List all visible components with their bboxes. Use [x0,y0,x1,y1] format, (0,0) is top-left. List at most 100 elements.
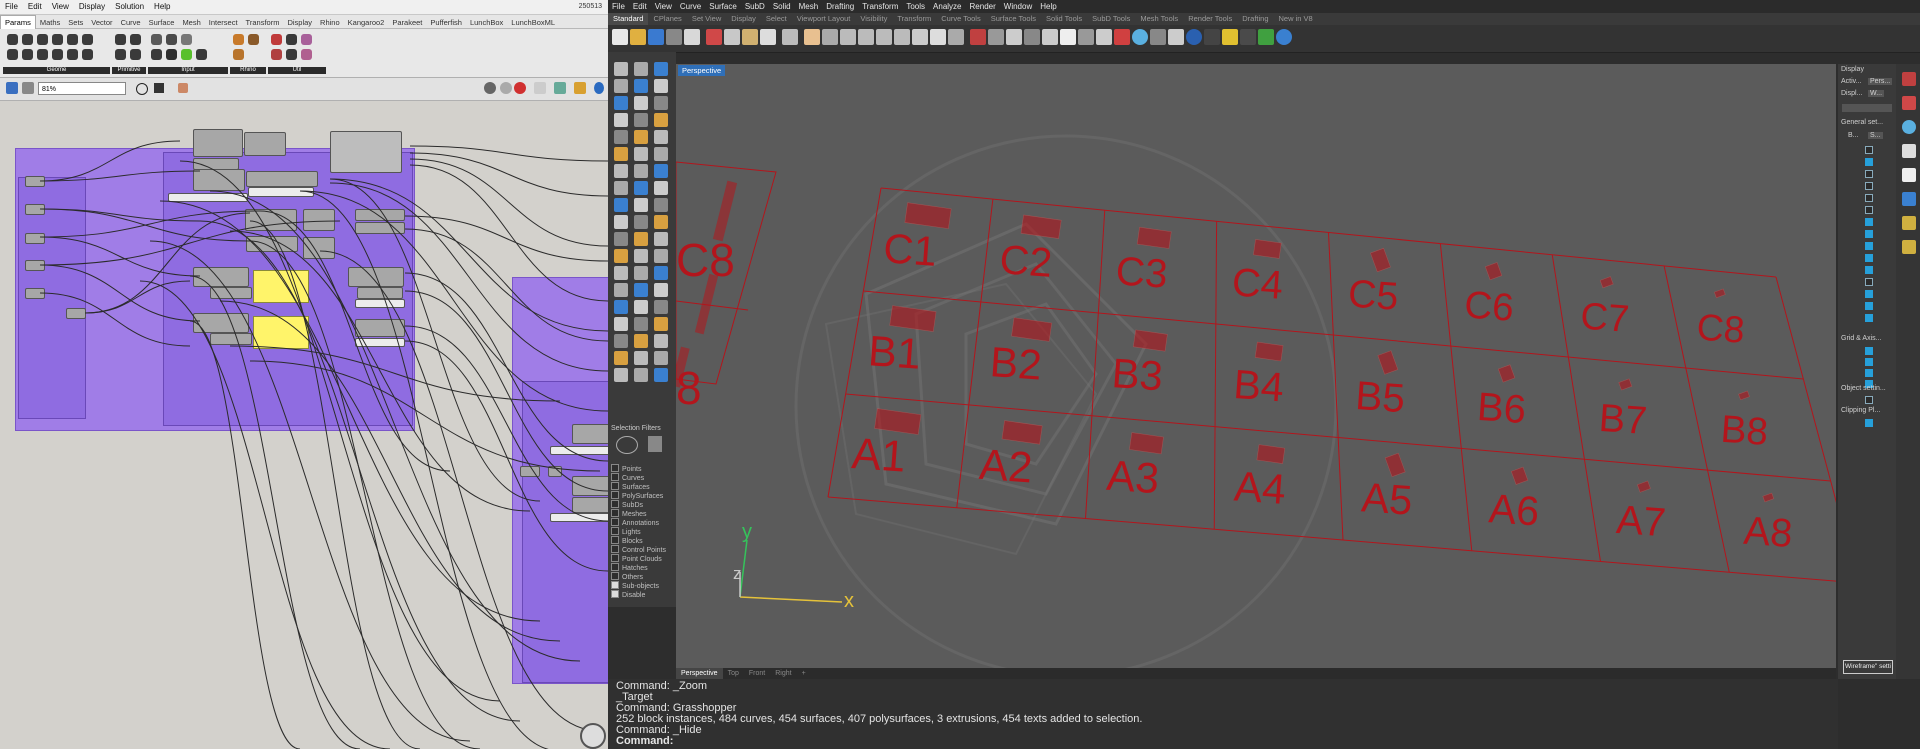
car-icon[interactable] [970,29,986,45]
save-icon[interactable] [6,82,18,94]
display-setting-checkbox[interactable] [1865,266,1873,274]
cut-icon[interactable] [706,29,722,45]
modeling-tool-icon[interactable] [654,351,668,365]
modeling-tool-icon[interactable] [634,113,648,127]
copy-icon[interactable] [724,29,740,45]
checkbox[interactable] [611,464,619,472]
rh-menu-drafting[interactable]: Drafting [822,0,858,13]
dimension-icon[interactable] [1096,29,1112,45]
sphere-icon[interactable] [1186,29,1202,45]
modeling-tool-icon[interactable] [634,96,648,110]
geometry-param-icon[interactable] [22,49,33,60]
mesh-quality-icon[interactable] [574,82,586,94]
modeling-tool-icon[interactable] [654,79,668,93]
undo-icon[interactable] [782,29,798,45]
preview-icon[interactable] [484,82,496,94]
modeling-tool-icon[interactable] [654,232,668,246]
checkbox[interactable] [611,581,619,589]
modeling-tool-icon[interactable] [634,317,648,331]
gh-tab-surface[interactable]: Surface [145,16,179,29]
checkbox[interactable] [611,473,619,481]
rh-tab-mesh-tools[interactable]: Mesh Tools [1135,13,1183,25]
display-mode-field[interactable] [1842,104,1892,112]
arrow-icon[interactable] [286,34,297,45]
modeling-tool-icon[interactable] [654,283,668,297]
active-viewport-dropdown[interactable]: Pers... [1868,78,1893,85]
perspective-viewport[interactable]: A1 A2 A3 A4 A5 A6 A7 A8 B1 B2 B3 B4 B5 B6 B7 B8 C1 C2 C3 C4… [676,64,1836,668]
modeling-tool-icon[interactable] [614,283,628,297]
match-icon[interactable] [1078,29,1094,45]
selection-filter-lights[interactable]: Lights [611,527,641,536]
gh-menu-display[interactable]: Display [74,0,110,14]
modeling-tool-icon[interactable] [654,368,668,382]
checkbox[interactable] [611,554,619,562]
rh-menu-mesh[interactable]: Mesh [795,0,823,13]
grid-axes-checkbox[interactable] [1865,358,1873,366]
grid-icon[interactable] [1168,29,1184,45]
gh-tab-curve[interactable]: Curve [117,16,145,29]
modeling-tool-icon[interactable] [654,164,668,178]
primitive-param-icon[interactable] [130,49,141,60]
util-icon[interactable] [301,34,312,45]
geometry-param-icon[interactable] [37,34,48,45]
modeling-tool-icon[interactable] [654,266,668,280]
rh-tab-display[interactable]: Display [726,13,761,25]
cplane-icon[interactable] [948,29,964,45]
modeling-tool-icon[interactable] [614,334,628,348]
rh-tab-standard[interactable]: Standard [608,13,649,25]
open-icon[interactable] [630,29,646,45]
checkbox[interactable] [611,572,619,580]
rh-tab-solid-tools[interactable]: Solid Tools [1041,13,1087,25]
selection-filter-point-clouds[interactable]: Point Clouds [611,554,662,563]
display-mode-dropdown[interactable]: W... [1868,90,1885,97]
toggle-icon[interactable] [166,34,177,45]
lock-icon[interactable] [1024,29,1040,45]
modeling-tool-icon[interactable] [614,62,628,76]
modeling-tool-icon[interactable] [614,368,628,382]
hide-icon[interactable] [1006,29,1022,45]
modeling-tool-icon[interactable] [614,351,628,365]
gh-tab-intersect[interactable]: Intersect [205,16,242,29]
modeling-tool-icon[interactable] [634,130,648,144]
filter-target-icon[interactable] [616,436,638,454]
rh-tab-viewport-layout[interactable]: Viewport Layout [792,13,856,25]
rh-menu-analyze[interactable]: Analyze [929,0,965,13]
rh-tab-select[interactable]: Select [761,13,792,25]
modeling-tool-icon[interactable] [634,300,648,314]
grid-axes-checkbox[interactable] [1865,369,1873,377]
gh-menu-edit[interactable]: Edit [23,0,47,14]
rh-menu-tools[interactable]: Tools [902,0,929,13]
play-icon[interactable] [286,49,297,60]
gh-menu-file[interactable]: File [0,0,23,14]
viewport-tab-right[interactable]: Right [770,668,796,679]
wireframe-settings-button[interactable]: Wireframe" setti [1843,660,1893,674]
gh-navigation-ball[interactable] [580,723,606,749]
help-panel-icon[interactable] [1902,192,1916,206]
modeling-tool-icon[interactable] [654,181,668,195]
rh-menu-edit[interactable]: Edit [629,0,651,13]
select-icon[interactable] [988,29,1004,45]
selection-filter-annotations[interactable]: Annotations [611,518,659,527]
modeling-tool-icon[interactable] [634,181,648,195]
help-icon[interactable] [1276,29,1292,45]
selection-filter-others[interactable]: Others [611,572,643,581]
viewport-tab-perspective[interactable]: Perspective [676,668,723,679]
panel-icon[interactable] [151,34,162,45]
rotate-view-icon[interactable] [822,29,838,45]
colour-swatch-icon[interactable] [181,49,192,60]
display-setting-checkbox[interactable] [1865,230,1873,238]
modeling-tool-icon[interactable] [654,317,668,331]
button-icon[interactable] [151,49,162,60]
viewport-tab-add[interactable]: + [797,668,811,679]
modeling-tool-icon[interactable] [614,249,628,263]
display-setting-checkbox[interactable] [1865,218,1873,226]
checkbox[interactable] [611,527,619,535]
selection-filter-sub-objects[interactable]: Sub-objects [611,581,659,590]
geometry-param-icon[interactable] [52,49,63,60]
gh-tab-display[interactable]: Display [283,16,316,29]
undo-view-icon[interactable] [912,29,928,45]
zoom-icon[interactable] [840,29,856,45]
options-icon[interactable] [1240,29,1256,45]
rhino-object-icon[interactable] [233,49,244,60]
checkbox[interactable] [611,590,619,598]
